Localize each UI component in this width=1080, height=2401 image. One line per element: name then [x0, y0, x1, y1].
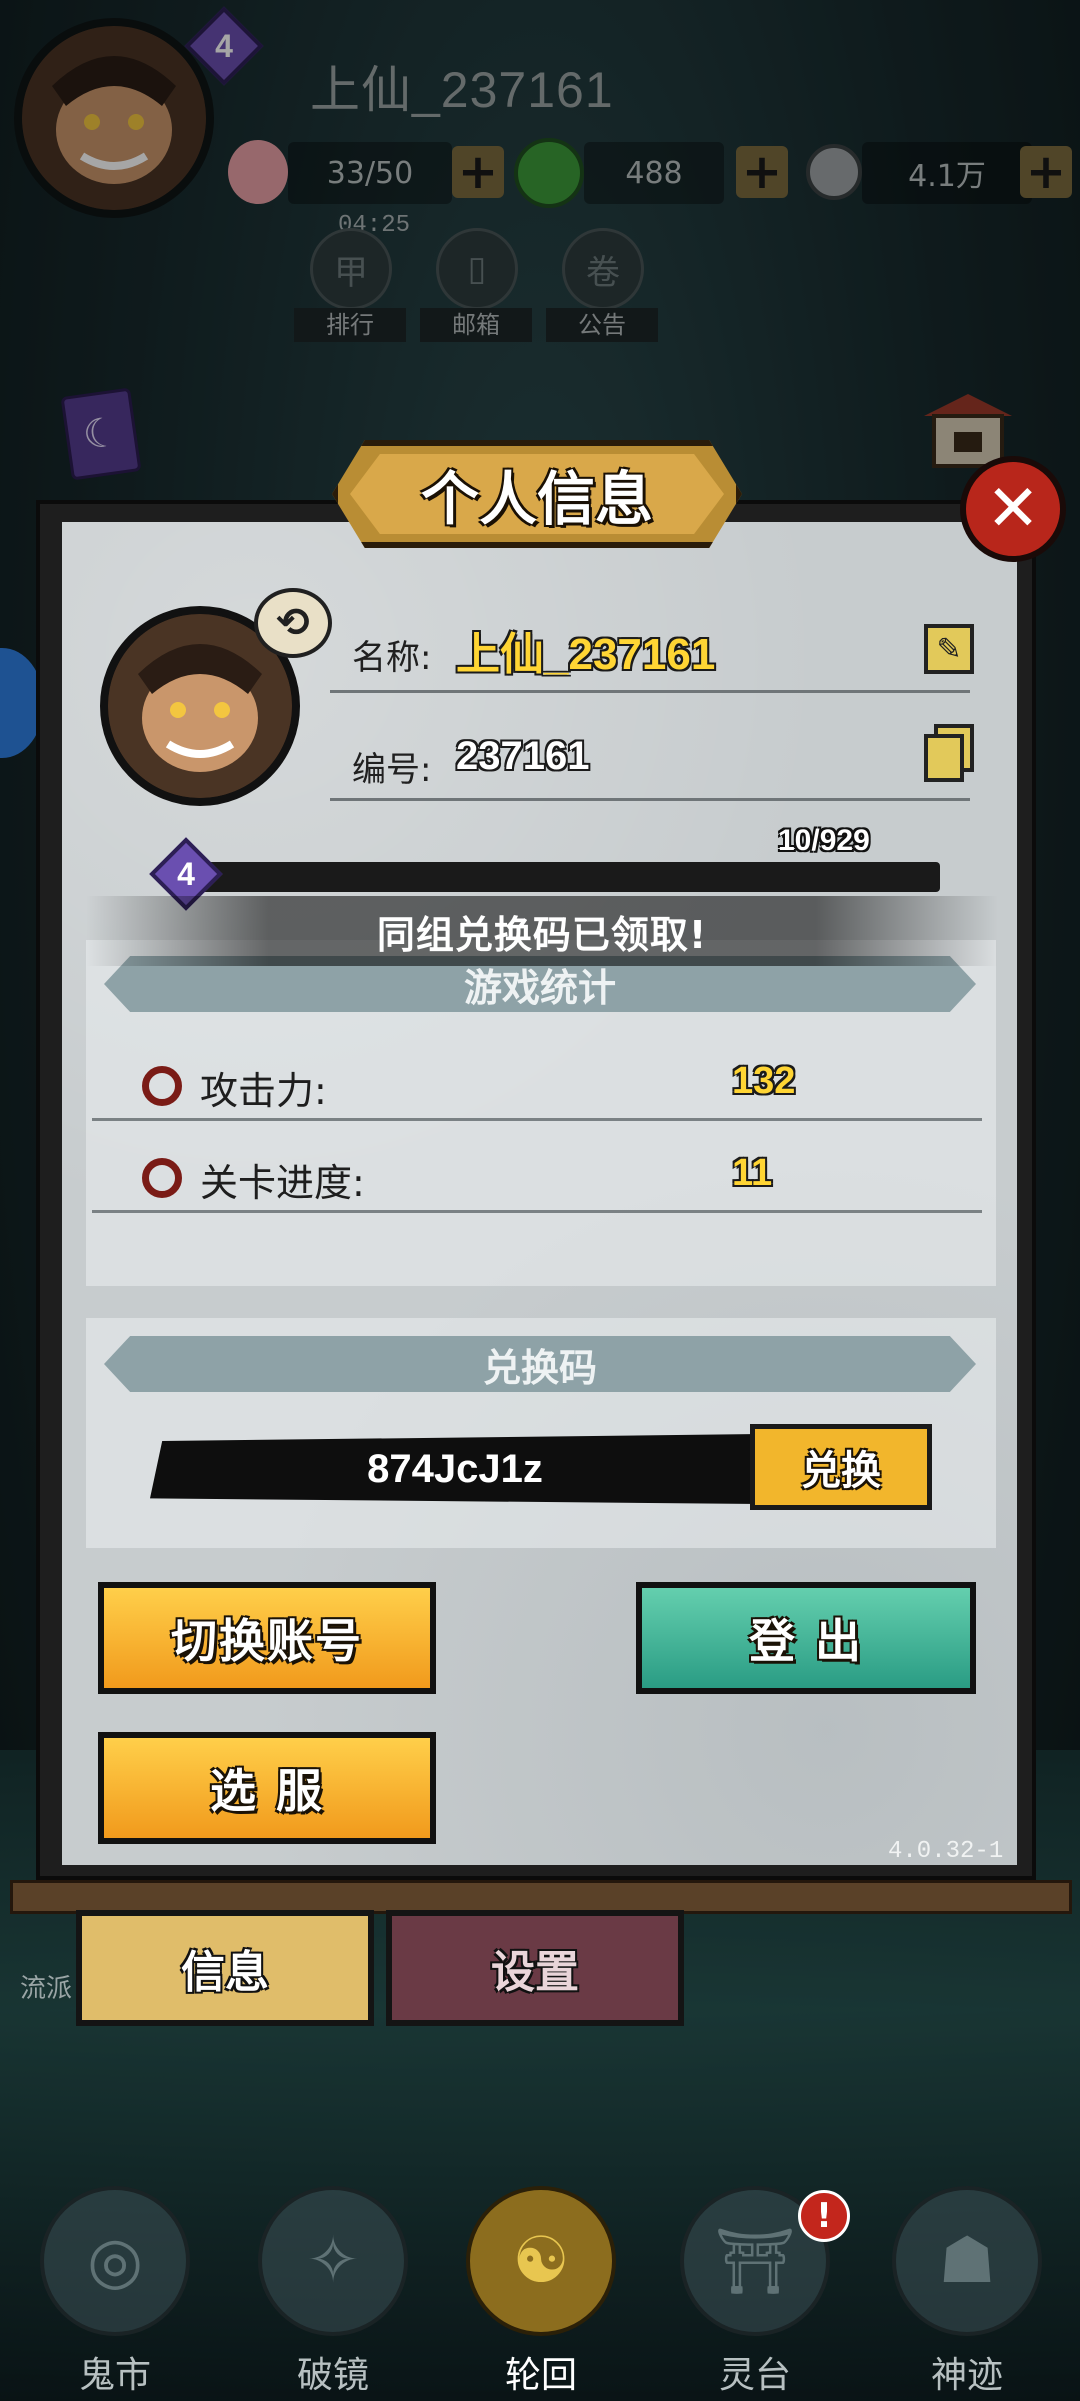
redeem-code-input[interactable]: 874JcJ1z — [150, 1434, 760, 1504]
name-divider — [330, 690, 970, 693]
stage-progress-icon — [142, 1158, 182, 1198]
toast-message: 同组兑换码已领取! — [86, 896, 998, 966]
copy-id-icon[interactable] — [922, 724, 976, 784]
nav-miracle[interactable]: ☗ 神迹 — [892, 2186, 1042, 2396]
close-icon: ✕ — [986, 472, 1040, 546]
attack-icon — [142, 1066, 182, 1106]
edit-name-icon[interactable]: ✎ — [924, 624, 974, 674]
dialog-base-plank — [10, 1880, 1072, 1914]
redeem-button[interactable]: 兑换 — [750, 1424, 932, 1510]
tab-settings[interactable]: 设置 — [386, 1910, 684, 2026]
dialog-title: 个人信息 — [420, 465, 653, 533]
close-button[interactable]: ✕ — [960, 456, 1066, 562]
id-divider — [330, 798, 970, 801]
nav-breakthrough[interactable]: ✧ 破镜 — [258, 2186, 408, 2396]
nav-miracle-label: 神迹 — [930, 2355, 1003, 2396]
name-value: 上仙_237161 — [456, 630, 716, 679]
redeem-header: 兑换码 — [104, 1336, 976, 1392]
ghost-market-icon: ◎ — [40, 2186, 190, 2336]
yin-yang-icon: ☯ — [466, 2186, 616, 2336]
id-value: 237161 — [456, 734, 590, 778]
school-label[interactable]: 流派 — [20, 1968, 72, 2005]
nav-ghost-market-label: 鬼市 — [78, 2355, 151, 2396]
version-text: 4.0.32-1 — [888, 1838, 1004, 1865]
attack-value: 132 — [732, 1060, 796, 1102]
stage-progress-label: 关卡进度: — [200, 1161, 365, 1205]
nav-reincarnation[interactable]: ☯ 轮回 — [466, 2186, 616, 2396]
nav-reincarnation-label: 轮回 — [504, 2355, 577, 2396]
stage-progress-value: 11 — [732, 1152, 773, 1194]
nav-breakthrough-label: 破镜 — [296, 2355, 369, 2396]
id-label: 编号: — [352, 750, 432, 790]
nav-spirit-platform-label: 灵台 — [718, 2355, 791, 2396]
notification-badge: ! — [798, 2190, 850, 2242]
miracle-icon: ☗ — [892, 2186, 1042, 2336]
nav-ghost-market[interactable]: ◎ 鬼市 — [40, 2186, 190, 2396]
logout-button[interactable]: 登 出 — [636, 1582, 976, 1694]
select-server-button[interactable]: 选 服 — [98, 1732, 436, 1844]
xp-text: 10/929 — [778, 824, 870, 857]
attack-divider — [92, 1118, 982, 1121]
name-label: 名称: — [352, 638, 432, 678]
xp-bar — [188, 862, 940, 892]
breakthrough-icon: ✧ — [258, 2186, 408, 2336]
profile-level-number: 4 — [177, 855, 195, 892]
stage-divider — [92, 1210, 982, 1213]
switch-account-button[interactable]: 切换账号 — [98, 1582, 436, 1694]
attack-label: 攻击力: — [200, 1069, 327, 1113]
tab-info[interactable]: 信息 — [76, 1910, 374, 2026]
swap-avatar-icon[interactable]: ⟲ — [254, 588, 332, 658]
